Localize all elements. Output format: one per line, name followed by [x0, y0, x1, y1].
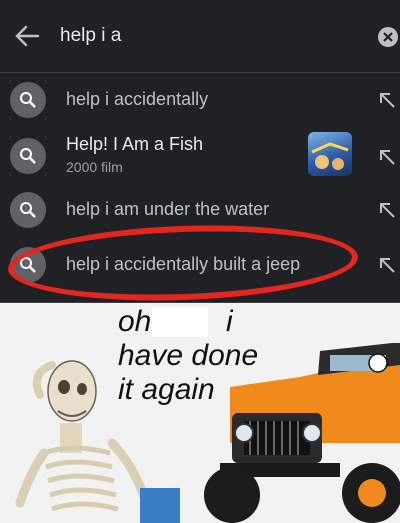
fill-query-arrow-icon[interactable] [378, 201, 396, 219]
search-bar: help i a [0, 0, 400, 73]
search-icon [10, 192, 46, 228]
meme-blank-gap [152, 307, 208, 337]
highlight-circle [6, 219, 360, 307]
suggestion-item[interactable]: help i accidentally [0, 80, 400, 120]
search-icon [10, 138, 46, 174]
chair [140, 488, 180, 523]
meme-caption-line: have done [118, 339, 259, 372]
search-input[interactable]: help i a [60, 25, 121, 47]
suggestion-item[interactable]: Help! I Am a Fish 2000 film [0, 128, 400, 184]
fill-query-arrow-icon[interactable] [378, 256, 396, 274]
arrow-left-icon[interactable] [14, 24, 40, 48]
suggestion-text: help i am under the water [66, 199, 270, 219]
close-circle-icon[interactable] [378, 27, 398, 47]
movie-thumbnail [308, 132, 352, 176]
meme-caption-line: it again [118, 373, 215, 406]
suggestion-item[interactable]: help i am under the water [0, 190, 400, 230]
fill-query-arrow-icon[interactable] [378, 148, 396, 166]
meme-caption-word: i [226, 305, 233, 338]
suggestion-subtitle: 2000 film [66, 159, 123, 175]
search-screen: help i a help i accidentally Help! I Am … [0, 0, 400, 307]
meme-image: oh i have done it again [0, 303, 400, 523]
suggestion-text: help i accidentally [66, 89, 209, 109]
search-icon [10, 82, 46, 118]
suggestion-title: Help! I Am a Fish [66, 134, 204, 154]
fill-query-arrow-icon[interactable] [378, 91, 396, 109]
meme-caption-word: oh [118, 305, 152, 338]
